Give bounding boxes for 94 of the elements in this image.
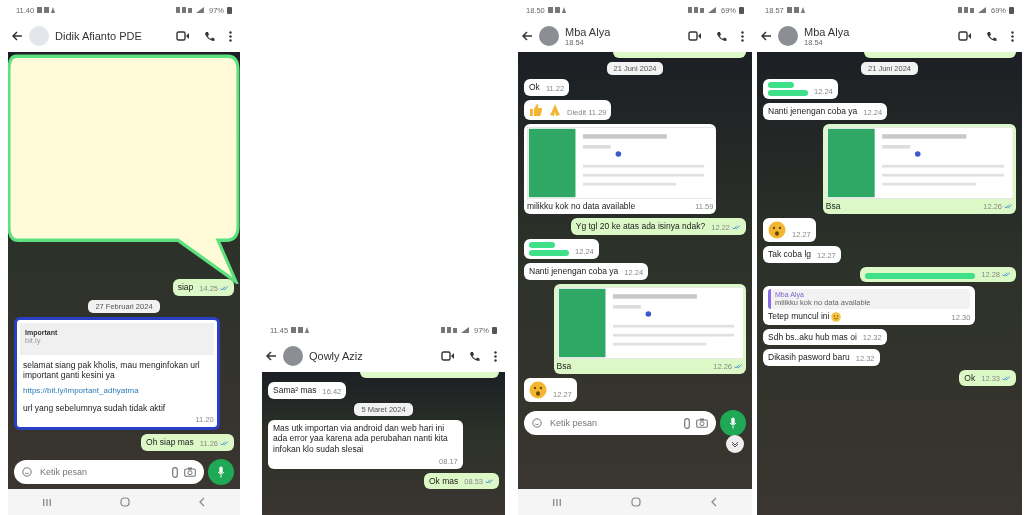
message-text: Sdh bs..aku hub mas oi — [768, 331, 857, 343]
message-text: Ok — [529, 82, 540, 93]
message-input-field[interactable]: Ketik pesan — [14, 460, 204, 484]
message-input[interactable]: Ketik pesan — [548, 417, 678, 430]
signal-icons — [176, 7, 206, 13]
contact-name[interactable]: Mba Alya — [804, 25, 850, 38]
notification-icons — [291, 327, 310, 333]
message-text: Nanti jenengan coba ya — [529, 265, 619, 277]
phone-call-icon[interactable] — [986, 30, 997, 42]
microphone-icon — [729, 417, 737, 430]
emoji-icon[interactable] — [532, 418, 542, 429]
surprised-face-emoji-icon — [768, 221, 786, 240]
recent-apps-icon[interactable] — [553, 498, 561, 506]
battery-icon — [1009, 6, 1014, 14]
message-text: url yang sebelumnya sudah tidak aktif — [22, 401, 167, 414]
message-text: Oh siap mas — [146, 437, 194, 448]
message-input[interactable]: Ketik pesan — [38, 466, 166, 478]
message-text: Sama² mas — [273, 385, 317, 396]
message-text: Ok mas — [428, 475, 459, 487]
menu-icon[interactable] — [741, 30, 744, 42]
phone-call-icon[interactable] — [469, 350, 480, 362]
camera-icon[interactable] — [696, 418, 708, 429]
contact-avatar[interactable] — [778, 26, 798, 46]
back-arrow-icon[interactable] — [12, 31, 23, 41]
contact-name[interactable]: Mba Alya — [565, 25, 611, 38]
notification-icons — [786, 7, 805, 13]
video-call-icon[interactable] — [441, 351, 455, 361]
phone-call-icon[interactable] — [716, 30, 727, 42]
contact-name[interactable]: Didik Afianto PDE — [55, 30, 142, 42]
microphone-button[interactable] — [720, 410, 746, 437]
screenshot-thumbnail-drawing[interactable] — [556, 286, 743, 359]
message-link[interactable]: https://bit.ly/important_adhyatma — [20, 382, 214, 398]
menu-icon[interactable] — [494, 350, 497, 362]
back-icon[interactable] — [711, 497, 717, 507]
read-ticks-icon — [1002, 376, 1011, 382]
contact-avatar[interactable] — [283, 346, 303, 366]
video-call-icon[interactable] — [176, 31, 190, 41]
read-ticks-icon — [220, 441, 229, 446]
screenshot-thumbnail-drawing[interactable] — [527, 126, 714, 199]
recent-apps-icon[interactable] — [42, 498, 51, 506]
notification-icons — [547, 7, 566, 13]
read-ticks-icon — [1004, 204, 1013, 210]
back-arrow-icon[interactable] — [761, 31, 772, 41]
screenshot-thumbnail-drawing[interactable] — [825, 126, 1013, 199]
message-text: Bsa — [556, 360, 572, 372]
read-ticks-icon — [732, 224, 741, 230]
camera-icon[interactable] — [184, 467, 196, 477]
message-text: Tak coba lg — [768, 249, 811, 260]
message-text: Yg tgl 20 ke atas ada isinya ndak? — [575, 221, 706, 232]
emoji-icon[interactable] — [22, 467, 32, 477]
praying-hands-emoji-icon — [549, 102, 561, 117]
thumbs-up-emoji-icon — [529, 102, 543, 117]
message-text: Nanti jenengan coba ya — [768, 106, 858, 117]
home-icon[interactable] — [631, 497, 641, 507]
battery-icon — [492, 326, 497, 334]
redaction-mark — [529, 241, 569, 256]
message-text: siap — [177, 281, 194, 293]
menu-icon[interactable] — [1011, 30, 1014, 42]
contact-name[interactable]: Qowly Aziz — [309, 350, 363, 362]
notification-icons — [37, 7, 56, 13]
read-ticks-icon — [734, 364, 743, 370]
microphone-button[interactable] — [208, 459, 234, 485]
battery-icon — [227, 6, 232, 14]
message-text: Mas utk importan via android dan web hari ini ada error yaa karena ada perubahan nanti kita infokan klo sudah slesai — [273, 422, 449, 455]
microphone-icon — [217, 466, 225, 478]
message-input-field[interactable]: Ketik pesan — [524, 411, 716, 436]
menu-icon[interactable] — [229, 30, 232, 42]
battery-icon — [739, 6, 744, 14]
phone-call-icon[interactable] — [204, 30, 215, 42]
double-chevron-down-icon — [731, 441, 739, 447]
attachment-icon[interactable] — [172, 466, 178, 478]
video-call-icon[interactable] — [688, 31, 702, 41]
read-ticks-icon — [1002, 271, 1011, 277]
message-text: Tetep muncul ini — [768, 310, 830, 322]
home-icon[interactable] — [120, 497, 130, 507]
message-text: Dikasih pasword baru — [768, 352, 850, 363]
read-ticks-icon — [485, 479, 494, 485]
redaction-mark — [768, 82, 808, 96]
message-text: Bsa — [825, 200, 841, 212]
message-text: milikku kok no data available — [527, 200, 636, 212]
surprised-face-emoji-icon — [529, 381, 547, 400]
back-arrow-icon[interactable] — [266, 351, 277, 361]
attachment-icon[interactable] — [684, 417, 690, 429]
signal-icons — [441, 327, 471, 333]
message-text: selamat siang pak kholis, mau menginfokan url important ganti kesini ya — [22, 358, 201, 381]
contact-avatar[interactable] — [539, 26, 559, 46]
signal-icons — [958, 7, 988, 13]
video-call-icon[interactable] — [958, 31, 972, 41]
signal-icons — [688, 7, 718, 13]
back-icon[interactable] — [199, 497, 206, 507]
scroll-down-button[interactable] — [726, 435, 744, 453]
message-text: Ok — [964, 372, 976, 384]
read-ticks-icon — [220, 285, 229, 291]
back-arrow-icon[interactable] — [522, 31, 533, 41]
